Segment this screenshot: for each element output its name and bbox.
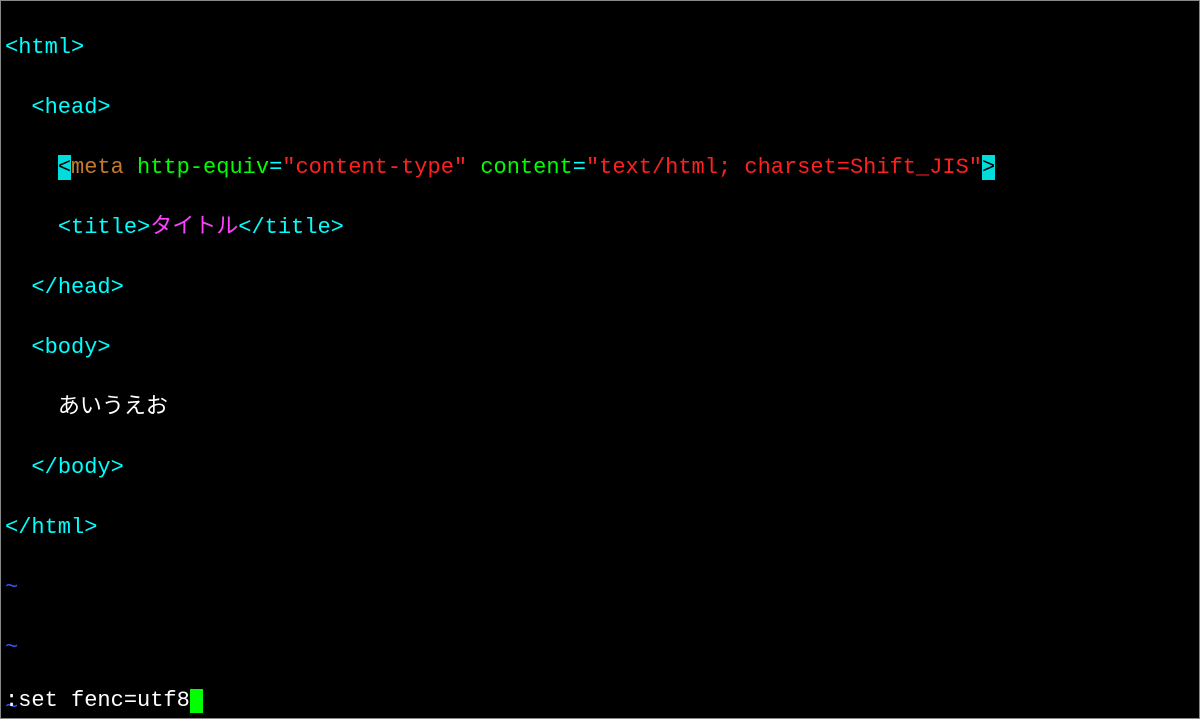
tag-open: < [31, 335, 44, 360]
tag-open: </ [31, 275, 57, 300]
equals: = [573, 155, 586, 180]
tag-name: head [45, 95, 98, 120]
empty-line-tilde: ~ [5, 633, 1195, 663]
matching-bracket-icon: < [58, 155, 71, 180]
vim-editor-buffer[interactable]: <html> <head> <meta http-equiv="content-… [1, 1, 1199, 719]
tag-open: </ [238, 215, 264, 240]
body-text: あいうえお [58, 395, 168, 420]
title-text: タイトル [150, 215, 238, 240]
code-line: </head> [5, 273, 1195, 303]
tag-open: </ [5, 515, 31, 540]
tag-name: body [58, 455, 111, 480]
tag-close: > [137, 215, 150, 240]
tag-name: meta [71, 155, 124, 180]
code-line: </body> [5, 453, 1195, 483]
indent [5, 275, 31, 300]
equals: = [269, 155, 282, 180]
attr-value: "text/html; charset=Shift_JIS" [586, 155, 982, 180]
command-text: :set fenc=utf8 [5, 688, 190, 713]
tag-name: title [265, 215, 331, 240]
tag-close: > [331, 215, 344, 240]
code-line: <meta http-equiv="content-type" content=… [5, 153, 1195, 183]
code-line: <body> [5, 333, 1195, 363]
attr-name: http-equiv [137, 155, 269, 180]
tag-open: </ [31, 455, 57, 480]
code-line: <head> [5, 93, 1195, 123]
tag-name: html [31, 515, 84, 540]
tag-close: > [84, 515, 97, 540]
code-line: </html> [5, 513, 1195, 543]
space [467, 155, 480, 180]
tag-close: > [111, 275, 124, 300]
indent [5, 395, 58, 420]
indent [5, 155, 58, 180]
indent [5, 335, 31, 360]
empty-line-tilde: ~ [5, 573, 1195, 603]
tag-close: > [97, 95, 110, 120]
tag-name: head [58, 275, 111, 300]
indent [5, 95, 31, 120]
tag-close: > [111, 455, 124, 480]
tag-name: html [18, 35, 71, 60]
tag-open: < [31, 95, 44, 120]
cursor-icon [190, 689, 203, 713]
attr-name: content [480, 155, 572, 180]
tag-name: body [45, 335, 98, 360]
code-line: <title>タイトル</title> [5, 213, 1195, 243]
space [124, 155, 137, 180]
tag-name: title [71, 215, 137, 240]
tag-open: < [5, 35, 18, 60]
code-line: あいうえお [5, 393, 1195, 423]
tag-close: > [97, 335, 110, 360]
indent [5, 455, 31, 480]
tag-close: > [71, 35, 84, 60]
vim-command-line[interactable]: :set fenc=utf8 [5, 686, 203, 716]
attr-value: "content-type" [282, 155, 467, 180]
matching-bracket-icon: > [982, 155, 995, 180]
tag-open: < [58, 215, 71, 240]
indent [5, 215, 58, 240]
code-line: <html> [5, 33, 1195, 63]
